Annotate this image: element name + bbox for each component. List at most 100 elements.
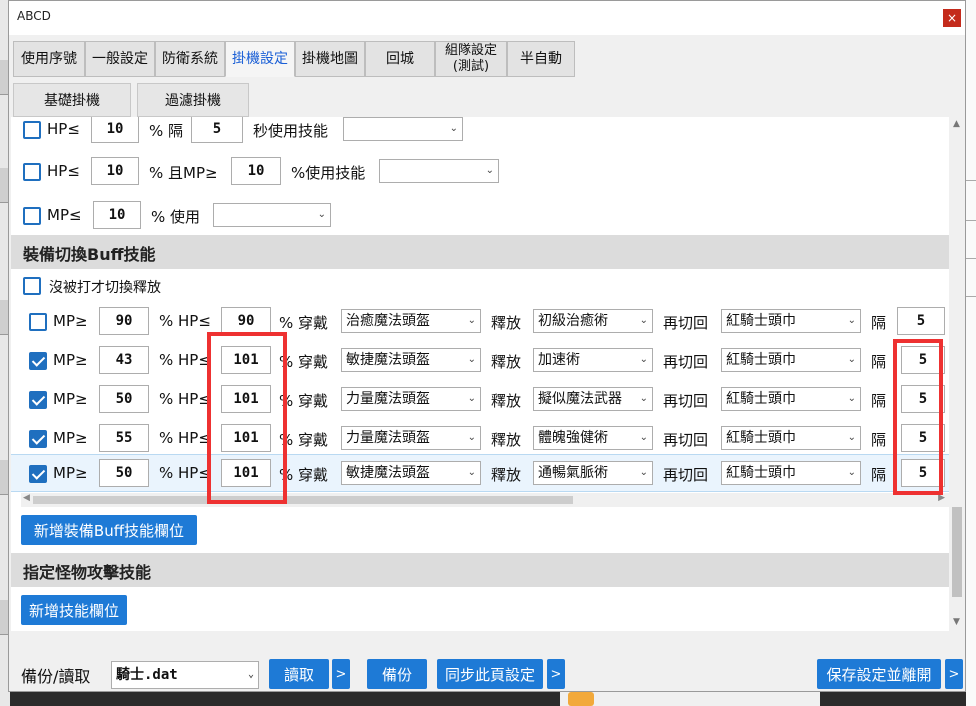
scroll-left-icon[interactable]: ◀ bbox=[23, 493, 30, 503]
hp-label: HP≤ bbox=[47, 120, 80, 138]
switch-back-select[interactable]: 紅騎士頭巾 ⌄ bbox=[721, 461, 861, 485]
buff-skill-select[interactable]: 初級治癒術 ⌄ bbox=[533, 309, 653, 333]
chevron-down-icon: ⌄ bbox=[247, 669, 254, 680]
tab-general[interactable]: 一般設定 bbox=[85, 41, 155, 77]
app-icon bbox=[568, 692, 594, 706]
release-label: 釋放 bbox=[491, 314, 522, 332]
tab-hunt-map[interactable]: 掛機地圖 bbox=[295, 41, 365, 77]
switch-back-select[interactable]: 紅騎士頭巾 ⌄ bbox=[721, 426, 861, 450]
mp-threshold-input[interactable]: 43 bbox=[99, 346, 149, 374]
skill-select[interactable]: ⌄ bbox=[213, 203, 331, 227]
equip-select[interactable]: 力量魔法頭盔 ⌄ bbox=[341, 426, 481, 450]
tab-return-town[interactable]: 回城 bbox=[365, 41, 435, 77]
no-hit-checkbox[interactable] bbox=[23, 277, 41, 295]
hp-threshold-input[interactable]: 90 bbox=[221, 307, 271, 335]
interval-label: 隔 bbox=[871, 314, 887, 332]
chevron-down-icon: ⌄ bbox=[467, 315, 476, 326]
mp-value-input[interactable]: 10 bbox=[93, 201, 141, 229]
read-more-button[interactable]: > bbox=[332, 659, 350, 689]
tab-auto-hunt[interactable]: 掛機設定 bbox=[225, 41, 295, 77]
hp-value-input[interactable]: 10 bbox=[91, 157, 139, 185]
mp-threshold-input[interactable]: 50 bbox=[99, 459, 149, 487]
interval-input[interactable]: 5 bbox=[191, 117, 243, 143]
hscroll-thumb[interactable] bbox=[33, 496, 573, 504]
equip-select[interactable]: 敏捷魔法頭盔 ⌄ bbox=[341, 461, 481, 485]
interval-label: 隔 bbox=[871, 392, 887, 410]
buff-skill-select[interactable]: 體魄強健術 ⌄ bbox=[533, 426, 653, 450]
add-buff-row-button[interactable]: 新增裝備Buff技能欄位 bbox=[21, 515, 197, 545]
release-label: 釋放 bbox=[491, 466, 522, 484]
equip-select[interactable]: 力量魔法頭盔 ⌄ bbox=[341, 387, 481, 411]
equip-select[interactable]: 治癒魔法頭盔 ⌄ bbox=[341, 309, 481, 333]
interval-label: 隔 bbox=[871, 466, 887, 484]
mp-checkbox[interactable] bbox=[23, 207, 41, 225]
switch-back-select[interactable]: 紅騎士頭巾 ⌄ bbox=[721, 348, 861, 372]
section-title: 裝備切換Buff技能 bbox=[23, 245, 156, 264]
tab-serial[interactable]: 使用序號 bbox=[13, 41, 85, 77]
add-skill-row-button[interactable]: 新增技能欄位 bbox=[21, 595, 127, 625]
release-label: 釋放 bbox=[491, 392, 522, 410]
mp-threshold-input[interactable]: 50 bbox=[99, 385, 149, 413]
tab-party[interactable]: 組隊設定 (測試) bbox=[435, 41, 507, 77]
use-skill-label: 秒使用技能 bbox=[253, 122, 329, 140]
buff-skill-select[interactable]: 加速術 ⌄ bbox=[533, 348, 653, 372]
mp-label: MP≥ bbox=[53, 351, 88, 369]
hp-label: HP≤ bbox=[47, 162, 80, 180]
mp-label: MP≥ bbox=[53, 464, 88, 482]
buff-row-checkbox[interactable] bbox=[29, 430, 47, 448]
subtab-basic[interactable]: 基礎掛機 bbox=[13, 83, 131, 117]
subtab-filter[interactable]: 過濾掛機 bbox=[137, 83, 249, 117]
release-label: 釋放 bbox=[491, 431, 522, 449]
hp-interval-checkbox[interactable] bbox=[23, 121, 41, 139]
mp-threshold-input[interactable]: 55 bbox=[99, 424, 149, 452]
buff-skill-select[interactable]: 擬似魔法武器 ⌄ bbox=[533, 387, 653, 411]
scroll-up-icon[interactable]: ▲ bbox=[953, 119, 960, 129]
mp-value-input[interactable]: 10 bbox=[231, 157, 281, 185]
buff-table-hscrollbar[interactable]: ◀ ▶ bbox=[21, 493, 949, 507]
buff-row-checkbox[interactable] bbox=[29, 391, 47, 409]
tab-semi-auto[interactable]: 半自動 bbox=[507, 41, 575, 77]
backup-button[interactable]: 備份 bbox=[367, 659, 427, 689]
close-button[interactable]: × bbox=[943, 9, 961, 27]
sync-page-button[interactable]: 同步此頁設定 bbox=[437, 659, 543, 689]
sync-more-button[interactable]: > bbox=[547, 659, 565, 689]
buff-section-header: 裝備切換Buff技能 bbox=[11, 235, 949, 269]
tab-defense[interactable]: 防衛系統 bbox=[155, 41, 225, 77]
hp-mp-checkbox[interactable] bbox=[23, 163, 41, 181]
switch-back-label: 再切回 bbox=[663, 353, 709, 371]
read-button[interactable]: 讀取 bbox=[269, 659, 329, 689]
settings-window: ABCD × 使用序號 一般設定 防衛系統 掛機設定 掛機地圖 回城 組隊設定(… bbox=[8, 0, 966, 692]
switch-back-select[interactable]: 紅騎士頭巾 ⌄ bbox=[721, 387, 861, 411]
mp-threshold-input[interactable]: 90 bbox=[99, 307, 149, 335]
buff-skill-select[interactable]: 通暢氣脈術 ⌄ bbox=[533, 461, 653, 485]
chevron-down-icon: ⌄ bbox=[847, 393, 856, 404]
window-title: ABCD bbox=[17, 9, 51, 23]
no-hit-row: 沒被打才切換釋放 bbox=[11, 269, 949, 303]
content-vscrollbar[interactable]: ▲ ▼ bbox=[949, 117, 965, 631]
switch-back-label: 再切回 bbox=[663, 314, 709, 332]
hp-label: % HP≤ bbox=[159, 312, 211, 330]
chevron-down-icon: ⌄ bbox=[449, 123, 458, 134]
save-more-button[interactable]: > bbox=[945, 659, 963, 689]
hp-value-input[interactable]: 10 bbox=[91, 117, 139, 143]
buff-row-checkbox[interactable] bbox=[29, 352, 47, 370]
equip-select[interactable]: 敏捷魔法頭盔 ⌄ bbox=[341, 348, 481, 372]
chevron-down-icon: ⌄ bbox=[847, 354, 856, 365]
interval-input[interactable]: 5 bbox=[897, 307, 945, 335]
buff-row-checkbox[interactable] bbox=[29, 313, 47, 331]
skill-select[interactable]: ⌄ bbox=[343, 117, 463, 141]
no-hit-label: 沒被打才切換釋放 bbox=[49, 280, 161, 296]
save-and-exit-button[interactable]: 保存設定並離開 bbox=[817, 659, 941, 689]
interval-label: 隔 bbox=[871, 431, 887, 449]
skill-select[interactable]: ⌄ bbox=[379, 159, 499, 183]
highlight-box-interval bbox=[893, 339, 943, 495]
switch-back-select[interactable]: 紅騎士頭巾 ⌄ bbox=[721, 309, 861, 333]
vscroll-thumb[interactable] bbox=[952, 507, 962, 597]
backup-file-select[interactable]: 騎士.dat ⌄ bbox=[111, 661, 259, 689]
hp-mp-row: HP≤ 10 % 且MP≥ 10 %使用技能 ⌄ bbox=[11, 153, 949, 191]
scroll-down-icon[interactable]: ▼ bbox=[953, 617, 960, 627]
release-label: 釋放 bbox=[491, 353, 522, 371]
buff-row-checkbox[interactable] bbox=[29, 465, 47, 483]
chevron-down-icon: ⌄ bbox=[639, 315, 648, 326]
chevron-down-icon: ⌄ bbox=[317, 209, 326, 220]
